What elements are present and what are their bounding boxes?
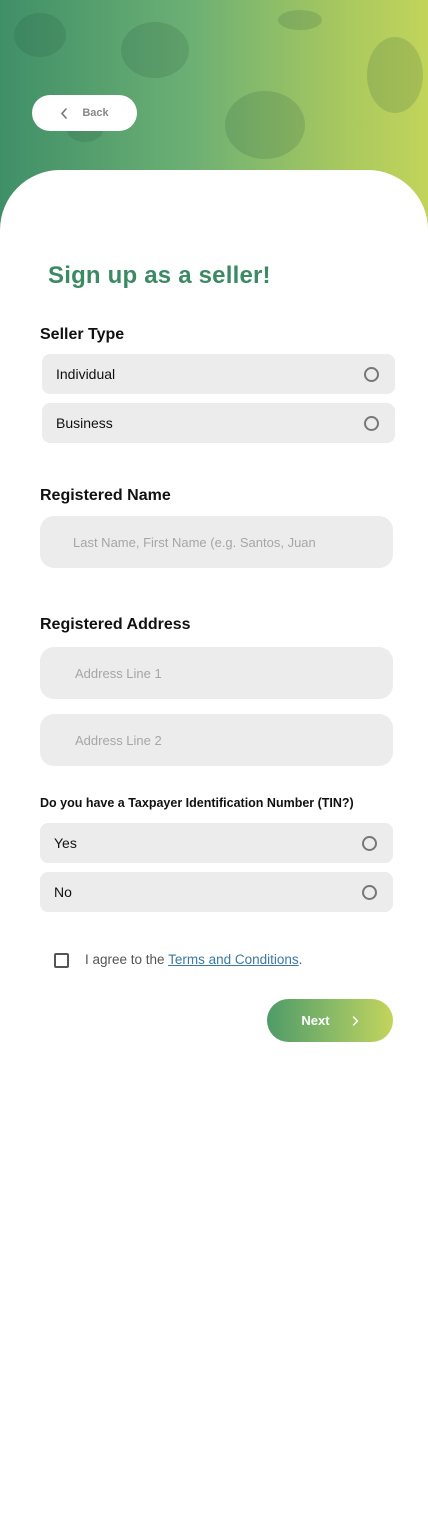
next-label: Next [301,1013,330,1028]
address-line-1-input[interactable] [40,647,393,699]
radio-button[interactable] [362,835,377,851]
page-title: Sign up as a seller! [48,262,271,289]
option-label: Individual [56,366,116,382]
next-button[interactable]: Next [267,999,393,1042]
seller-type-option-individual[interactable]: Individual [42,354,395,394]
registered-name-input[interactable] [40,516,393,568]
tin-question-label: Do you have a Taxpayer Identification Nu… [40,796,354,810]
radio-button[interactable] [362,884,377,900]
tin-option-no[interactable]: No [40,872,393,912]
registered-name-label: Registered Name [40,487,171,504]
address-line-2-input[interactable] [40,714,393,766]
seller-type-option-business[interactable]: Business [42,403,395,443]
radio-button[interactable] [364,415,379,431]
registered-address-label: Registered Address [40,616,191,633]
terms-link[interactable]: Terms and Conditions [168,952,299,967]
terms-checkbox[interactable] [54,953,69,968]
option-label: No [54,884,72,900]
chevron-left-icon [61,107,68,119]
option-label: Business [56,415,113,431]
chevron-right-icon [352,1015,359,1026]
back-label: Back [82,107,109,119]
back-button[interactable]: Back [32,95,137,131]
terms-prefix: I agree to the [85,952,169,967]
terms-agreement-text: I agree to the Terms and Conditions. [85,952,302,967]
seller-type-label: Seller Type [40,326,125,343]
radio-button[interactable] [364,366,379,382]
tin-option-yes[interactable]: Yes [40,823,393,863]
terms-suffix: . [298,952,303,967]
option-label: Yes [54,835,77,851]
